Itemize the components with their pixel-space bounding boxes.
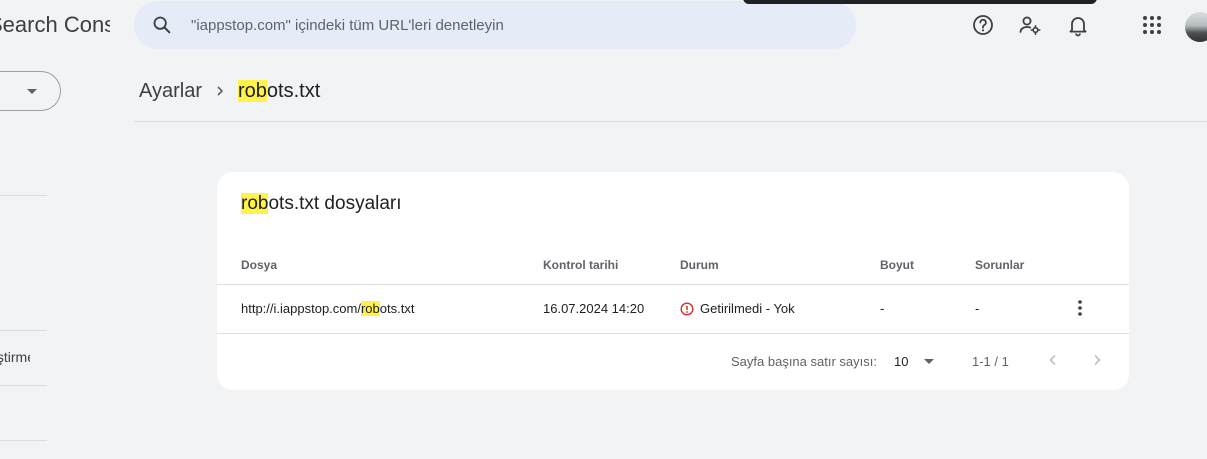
search-bar[interactable] bbox=[134, 1, 856, 49]
apps-grid-icon bbox=[1143, 16, 1161, 34]
breadcrumb-current: robots.txt bbox=[238, 79, 321, 102]
rows-per-page-value: 10 bbox=[894, 354, 909, 369]
prev-page-button[interactable] bbox=[1041, 348, 1065, 372]
cell-status: Getirilmedi - Yok bbox=[680, 301, 795, 316]
header-divider bbox=[134, 121, 1207, 122]
table-divider bbox=[217, 333, 1129, 334]
app-title[interactable]: Search Console bbox=[0, 12, 110, 38]
more-vert-icon bbox=[1078, 300, 1082, 316]
avatar[interactable] bbox=[1185, 12, 1207, 42]
caret-down-icon bbox=[924, 359, 934, 364]
caret-down-icon bbox=[27, 89, 37, 94]
chevron-left-icon bbox=[1049, 354, 1056, 366]
chevron-right-icon bbox=[1094, 354, 1101, 366]
column-header-file[interactable]: Dosya bbox=[241, 258, 277, 272]
search-input[interactable] bbox=[191, 1, 831, 49]
column-header-status[interactable]: Durum bbox=[680, 258, 719, 272]
apps-button[interactable] bbox=[1132, 5, 1172, 45]
status-text: Getirilmedi - Yok bbox=[700, 301, 795, 316]
sidebar-divider bbox=[0, 440, 47, 441]
rows-per-page-label: Sayfa başına satır sayısı: bbox=[731, 354, 877, 369]
next-page-button[interactable] bbox=[1085, 348, 1109, 372]
notifications-icon bbox=[1069, 17, 1087, 37]
robots-files-card: robots.txt dosyaları Dosya Kontrol tarih… bbox=[217, 172, 1129, 390]
error-icon bbox=[680, 301, 694, 316]
breadcrumb-settings-link[interactable]: Ayarlar bbox=[139, 80, 202, 103]
chevron-right-icon bbox=[214, 85, 226, 97]
cell-size: - bbox=[880, 301, 885, 316]
pagination-range: 1-1 / 1 bbox=[972, 354, 1009, 369]
column-header-checked[interactable]: Kontrol tarihi bbox=[543, 258, 618, 272]
help-button[interactable] bbox=[963, 5, 1003, 45]
cell-checked-date: 16.07.2024 14:20 bbox=[543, 301, 645, 316]
property-selector[interactable] bbox=[0, 71, 61, 111]
sidebar-item-enhancements[interactable]: Geliştirmeler bbox=[0, 349, 30, 365]
manage-users-button[interactable] bbox=[1010, 5, 1050, 45]
cell-file: http://i.iappstop.com/rob ots.txt bbox=[241, 301, 415, 316]
manage-users-icon bbox=[1019, 16, 1041, 36]
breadcrumb: Ayarlar robots.txt bbox=[139, 78, 320, 104]
row-more-button[interactable] bbox=[1068, 296, 1092, 320]
table-divider bbox=[217, 284, 1129, 285]
popover-edge bbox=[743, 0, 1097, 4]
sidebar-divider bbox=[0, 195, 47, 196]
help-icon bbox=[973, 15, 993, 35]
sidebar-divider bbox=[0, 385, 47, 386]
column-header-size[interactable]: Boyut bbox=[880, 258, 914, 272]
sidebar-divider bbox=[0, 330, 47, 331]
notifications-button[interactable] bbox=[1058, 5, 1098, 45]
rows-per-page-select[interactable]: 10 bbox=[894, 350, 938, 372]
card-title: robots.txt dosyaları bbox=[241, 193, 402, 214]
search-icon[interactable] bbox=[151, 14, 173, 36]
column-header-issues[interactable]: Sorunlar bbox=[975, 258, 1024, 272]
cell-issues: - bbox=[975, 301, 980, 316]
